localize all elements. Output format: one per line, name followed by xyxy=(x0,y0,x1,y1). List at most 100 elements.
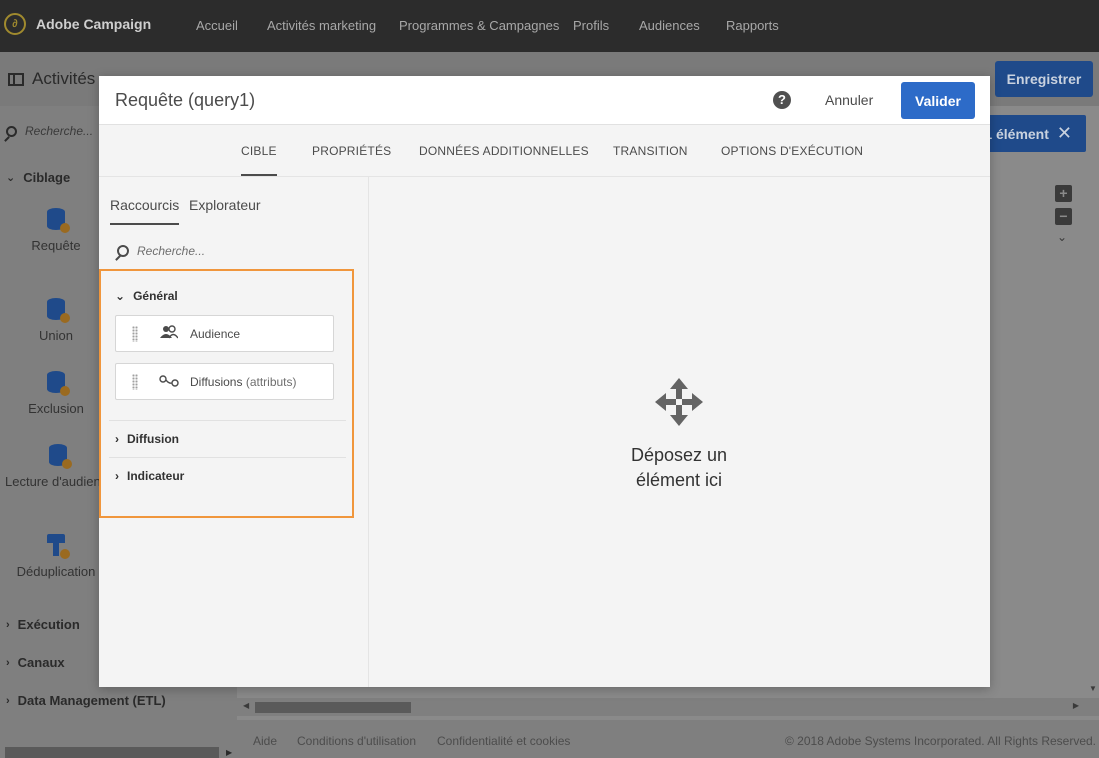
drop-zone-text: Déposez un élément ici xyxy=(579,443,779,493)
query-icon xyxy=(47,208,70,233)
drop-text-line-1: Déposez un xyxy=(630,445,728,465)
activity-lecture-audience[interactable]: Lecture d'audience xyxy=(0,444,104,489)
activity-label: Exclusion xyxy=(28,401,84,416)
shortcut-label-suffix: (attributs) xyxy=(245,374,297,389)
validate-button[interactable]: Valider xyxy=(901,82,975,119)
activity-requete[interactable]: Requête xyxy=(0,208,112,253)
palette-category-execution[interactable]: › Exécution xyxy=(6,617,80,632)
palette-category-data-management[interactable]: › Data Management (ETL) xyxy=(6,693,166,708)
panel-toggle-icon xyxy=(8,72,24,86)
palette-scrollbar[interactable] xyxy=(5,747,219,758)
shortcut-label: Audience xyxy=(190,326,241,341)
shortcut-label-main: Diffusions xyxy=(190,374,243,389)
drop-zone[interactable]: Déposez un élément ici xyxy=(369,177,990,687)
group-label: Diffusion xyxy=(127,432,179,446)
palette-category-label: Canaux xyxy=(17,655,65,670)
palette-category-canaux[interactable]: › Canaux xyxy=(6,655,65,670)
chevron-right-icon: › xyxy=(6,618,10,631)
shortcut-diffusions[interactable]: Diffusions (attributs) xyxy=(115,363,334,400)
nav-item-activites-marketing[interactable]: Activités marketing xyxy=(267,18,376,33)
save-button[interactable]: Enregistrer xyxy=(995,61,1093,97)
read-audience-icon xyxy=(49,444,72,469)
shortcut-audience[interactable]: Audience xyxy=(115,315,334,352)
activity-union[interactable]: Union xyxy=(0,298,112,343)
brand-name: Adobe Campaign xyxy=(36,16,152,32)
activities-title-text: Activités xyxy=(32,69,96,88)
group-indicateur[interactable]: › Indicateur xyxy=(115,469,184,483)
move-arrows-icon xyxy=(654,377,704,432)
chevron-right-icon: › xyxy=(6,694,10,707)
search-placeholder: Recherche... xyxy=(137,244,206,258)
subtab-explorateur[interactable]: Explorateur xyxy=(189,197,261,213)
footer-privacy-link[interactable]: Confidentialité et cookies xyxy=(437,734,570,748)
footer-terms-link[interactable]: Conditions d'utilisation xyxy=(297,734,416,748)
dialog-header: Requête (query1) ? Annuler Valider xyxy=(99,76,990,125)
canvas-horizontal-scrollbar[interactable]: ◀ ▶ xyxy=(237,698,1099,716)
scrollbar-thumb[interactable] xyxy=(255,702,411,713)
footer-help-link[interactable]: Aide xyxy=(253,734,277,748)
search-icon xyxy=(117,245,129,257)
shortcut-groups-highlight: ⌄ Général Audience Diffusions (attributs… xyxy=(99,269,354,518)
activity-label: Union xyxy=(39,328,73,343)
tab-proprietes[interactable]: PROPRIÉTÉS xyxy=(312,144,391,158)
tab-transition[interactable]: TRANSITION xyxy=(613,144,688,158)
drag-handle-icon[interactable] xyxy=(132,373,138,390)
chevron-down-icon[interactable]: ⌄ xyxy=(1057,230,1067,244)
palette-category-label: Data Management (ETL) xyxy=(17,693,166,708)
subtab-raccourcis[interactable]: Raccourcis xyxy=(110,197,180,225)
group-general[interactable]: ⌄ Général xyxy=(115,289,178,303)
zoom-in-button[interactable]: + xyxy=(1055,185,1072,202)
tab-donnees-additionnelles[interactable]: DONNÉES ADDITIONNELLES xyxy=(419,144,589,158)
chevron-right-icon: › xyxy=(115,469,119,483)
chevron-right-icon: › xyxy=(6,656,10,669)
drag-handle-icon[interactable] xyxy=(132,325,138,342)
group-diffusion[interactable]: › Diffusion xyxy=(115,432,179,446)
close-icon[interactable]: ✕ xyxy=(1057,123,1072,144)
nav-item-programmes-campagnes[interactable]: Programmes & Campagnes xyxy=(399,18,559,33)
chevron-right-icon: › xyxy=(115,432,119,446)
link-icon xyxy=(158,374,180,390)
dialog-tabs: CIBLE PROPRIÉTÉS DONNÉES ADDITIONNELLES … xyxy=(99,125,990,177)
palette-category-ciblage[interactable]: ⌄ Ciblage xyxy=(6,170,70,185)
deduplication-funnel-icon xyxy=(47,534,70,559)
footer-copyright: © 2018 Adobe Systems Incorporated. All R… xyxy=(785,734,1097,748)
scroll-down-icon[interactable]: ▼ xyxy=(1089,684,1097,693)
tab-cible[interactable]: CIBLE xyxy=(241,144,277,176)
palette-search-placeholder: Recherche... xyxy=(25,124,94,138)
chevron-down-icon: ⌄ xyxy=(6,172,16,184)
brand[interactable]: ∂ Adobe Campaign xyxy=(4,13,151,35)
drop-text-line-2: élément ici xyxy=(635,470,723,490)
scroll-left-icon[interactable]: ◀ xyxy=(243,701,249,710)
nav-item-audiences[interactable]: Audiences xyxy=(639,18,700,33)
exclusion-icon xyxy=(47,371,70,396)
top-app-bar: ∂ Adobe Campaign Accueil Activités marke… xyxy=(0,0,1099,52)
scroll-right-icon[interactable]: ▶ xyxy=(226,748,232,757)
activity-exclusion[interactable]: Exclusion xyxy=(0,371,112,416)
search-icon xyxy=(6,125,17,137)
scroll-right-icon[interactable]: ▶ xyxy=(1073,701,1079,710)
dialog-title: Requête (query1) xyxy=(115,90,256,110)
activities-panel-title[interactable]: Activités xyxy=(8,69,95,89)
tab-options-execution[interactable]: OPTIONS D'EXÉCUTION xyxy=(721,144,863,158)
cancel-button[interactable]: Annuler xyxy=(825,92,873,108)
palette-search[interactable]: Recherche... xyxy=(6,124,93,138)
activity-deduplication[interactable]: Déduplication xyxy=(0,534,112,579)
activity-label: Requête xyxy=(31,238,81,253)
shortcuts-search-input[interactable]: Recherche... xyxy=(117,244,205,258)
help-icon[interactable]: ? xyxy=(773,91,791,109)
group-label: Indicateur xyxy=(127,469,185,483)
chevron-down-icon: ⌄ xyxy=(115,289,126,303)
nav-item-profils[interactable]: Profils xyxy=(573,18,609,33)
activity-label: Lecture d'audience xyxy=(5,474,104,489)
selection-chip[interactable]: 1 élément ✕ xyxy=(980,115,1086,152)
union-icon xyxy=(47,298,70,323)
group-divider xyxy=(109,457,346,458)
nav-item-rapports[interactable]: Rapports xyxy=(726,18,779,33)
page-footer: Aide Conditions d'utilisation Confidenti… xyxy=(237,720,1099,758)
nav-item-accueil[interactable]: Accueil xyxy=(196,18,238,33)
palette-category-label: Exécution xyxy=(17,617,80,632)
activity-label: Déduplication xyxy=(16,564,96,579)
audience-icon xyxy=(158,325,180,342)
selection-chip-label: 1 élément xyxy=(984,125,1049,142)
zoom-out-button[interactable]: − xyxy=(1055,208,1072,225)
